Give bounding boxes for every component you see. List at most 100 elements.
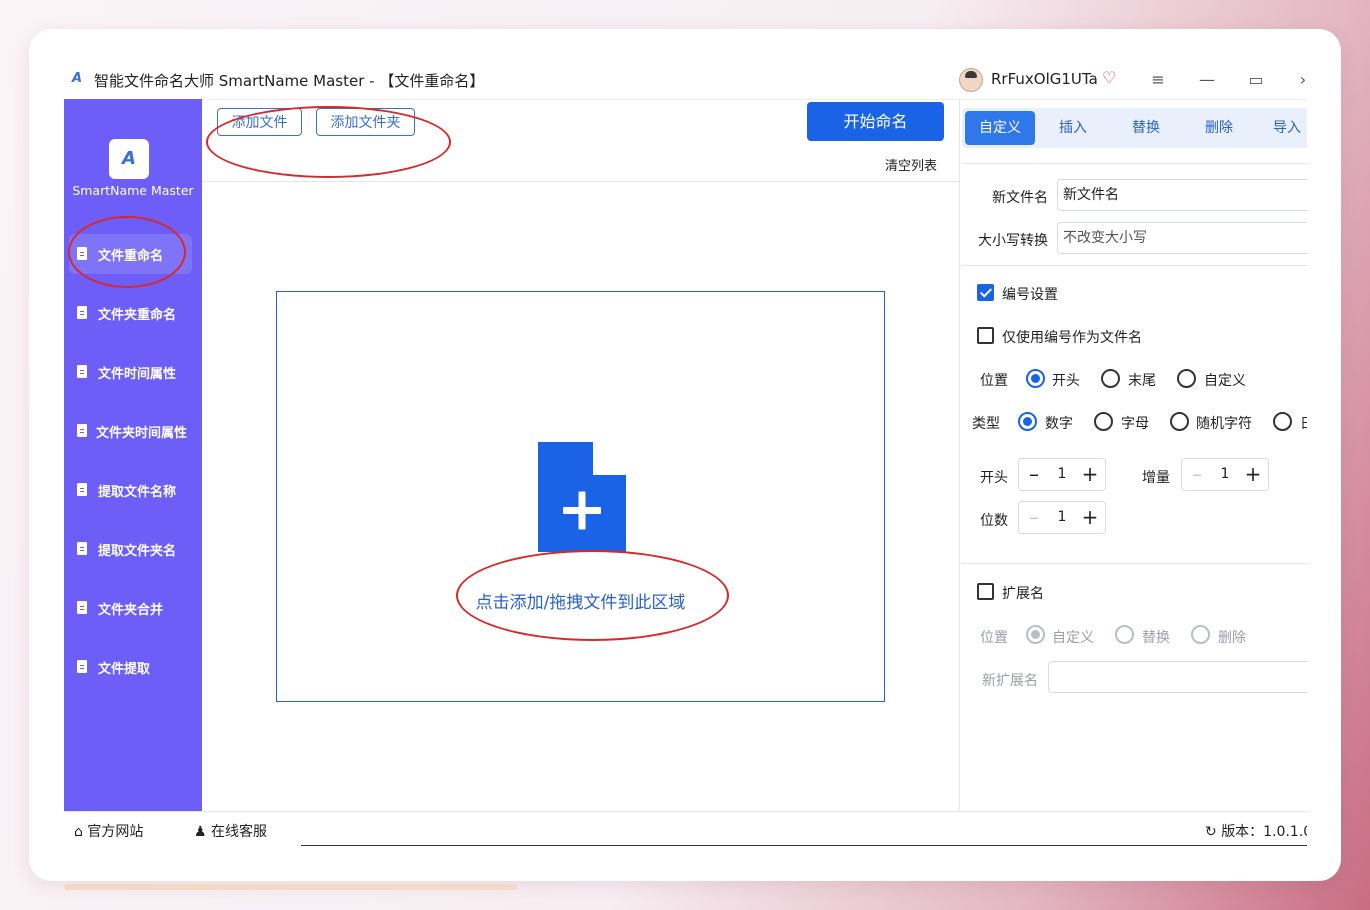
case-label: 大小写转换 — [978, 233, 1048, 249]
ext-custom-radio[interactable] — [1026, 625, 1045, 644]
service-link[interactable]: ♟ 在线客服 — [194, 821, 267, 841]
version-label: 版本：1.0.1.0 — [1221, 824, 1307, 840]
ext-position-label: 位置 — [980, 630, 1008, 646]
position-custom-label: 自定义 — [1204, 373, 1246, 389]
menu-icon[interactable]: ≡ — [1143, 66, 1173, 94]
decrement-button[interactable]: – — [1019, 459, 1049, 490]
type-date-label: 日 — [1300, 413, 1307, 433]
app-logo-icon: A — [72, 71, 83, 86]
document-icon — [77, 542, 87, 555]
new-name-input[interactable]: 新文件名 — [1057, 179, 1307, 211]
sidebar-item-label: 文件重命名 — [98, 249, 164, 264]
ext-delete-radio[interactable] — [1191, 625, 1210, 644]
sidebar-logo-text: SmartName Master — [72, 183, 194, 198]
add-file-button[interactable]: 添加文件 — [217, 108, 302, 136]
sidebar-item-label: 文件提取 — [98, 662, 151, 677]
window-title: 智能文件命名大师 SmartName Master - 【文件重命名】 — [94, 72, 485, 90]
sidebar-item-extract-foldername[interactable]: 提取文件夹名 — [69, 529, 192, 569]
position-custom-radio[interactable] — [1177, 369, 1196, 388]
vip-heart-icon[interactable]: ♡ — [1102, 68, 1116, 87]
document-icon — [77, 424, 87, 437]
type-label: 类型 — [972, 416, 1000, 432]
increment-value[interactable]: 1 — [1212, 459, 1238, 490]
sidebar-item-folder-merge[interactable]: 文件夹合并 — [69, 588, 192, 628]
extension-label: 扩展名 — [1002, 586, 1044, 602]
sidebar-item-extract-filename[interactable]: 提取文件名称 — [69, 470, 192, 510]
drop-zone-text: 点击添加/拖拽文件到此区域 — [475, 593, 686, 613]
new-extension-input[interactable] — [1048, 661, 1307, 693]
numbering-checkbox[interactable] — [977, 284, 994, 301]
sidebar-item-file-time[interactable]: 文件时间属性 — [69, 352, 192, 392]
increment-stepper[interactable]: – 1 + — [1181, 458, 1269, 491]
minimize-icon[interactable]: — — [1192, 66, 1222, 94]
sidebar: A SmartName Master 文件重命名 文件夹重命名 文件时间属性 文… — [64, 99, 202, 811]
sidebar-item-label: 提取文件名称 — [98, 485, 177, 500]
sidebar-item-folder-time[interactable]: 文件夹时间属性 — [69, 411, 192, 451]
document-icon — [77, 306, 87, 319]
website-link[interactable]: ⌂ 官方网站 — [74, 821, 143, 841]
right-divider — [962, 163, 1307, 164]
start-value[interactable]: 1 — [1049, 459, 1075, 490]
type-letter-label: 字母 — [1121, 416, 1149, 432]
start-label: 开头 — [980, 470, 1008, 486]
headset-icon: ♟ — [194, 824, 207, 840]
user-avatar[interactable] — [959, 68, 983, 92]
close-icon[interactable]: › — [1288, 66, 1307, 94]
add-file-icon — [538, 442, 626, 552]
version-info[interactable]: ↻ 版本：1.0.1.0 — [1205, 821, 1307, 841]
position-end-radio[interactable] — [1101, 369, 1120, 388]
toolbar-divider — [202, 181, 959, 182]
only-number-checkbox[interactable] — [977, 327, 994, 344]
refresh-icon: ↻ — [1205, 824, 1217, 840]
right-divider — [962, 563, 1307, 564]
website-label: 官方网站 — [87, 824, 144, 840]
tab-insert[interactable]: 插入 — [1038, 108, 1108, 148]
ext-delete-label: 删除 — [1218, 630, 1246, 646]
decrement-button[interactable]: – — [1019, 502, 1049, 533]
numbering-label: 编号设置 — [1002, 287, 1058, 303]
sidebar-item-file-rename[interactable]: 文件重命名 — [69, 234, 192, 274]
only-number-label: 仅使用编号作为文件名 — [1002, 330, 1142, 346]
type-letter-radio[interactable] — [1094, 412, 1113, 431]
type-number-radio[interactable] — [1018, 412, 1037, 431]
increment-button[interactable]: + — [1075, 502, 1105, 533]
increment-button[interactable]: + — [1238, 459, 1268, 490]
position-label: 位置 — [980, 373, 1008, 389]
sidebar-item-file-extract[interactable]: 文件提取 — [69, 647, 192, 687]
service-label: 在线客服 — [211, 824, 268, 840]
clear-list-button[interactable]: 清空列表 — [885, 155, 937, 174]
tab-delete[interactable]: 删除 — [1184, 108, 1254, 148]
sidebar-item-label: 文件时间属性 — [98, 367, 177, 382]
start-stepper[interactable]: – 1 + — [1018, 458, 1106, 491]
sidebar-item-label: 文件夹合并 — [98, 603, 164, 618]
new-name-label: 新文件名 — [992, 190, 1048, 206]
new-extension-label: 新扩展名 — [982, 673, 1038, 689]
file-drop-zone[interactable]: 点击添加/拖拽文件到此区域 — [276, 291, 885, 702]
case-select[interactable]: 不改变大小写 — [1057, 222, 1307, 254]
digits-stepper[interactable]: – 1 + — [1018, 501, 1106, 534]
tab-custom[interactable]: 自定义 — [965, 111, 1035, 145]
type-date-radio[interactable] — [1273, 412, 1292, 431]
type-number-label: 数字 — [1045, 416, 1073, 432]
increment-button[interactable]: + — [1075, 459, 1105, 490]
sidebar-item-folder-rename[interactable]: 文件夹重命名 — [69, 293, 192, 333]
username[interactable]: RrFuxOlG1UTa — [991, 70, 1098, 88]
maximize-icon[interactable]: ▭ — [1241, 66, 1271, 94]
digits-value[interactable]: 1 — [1049, 502, 1075, 533]
ext-replace-radio[interactable] — [1115, 625, 1134, 644]
extension-checkbox[interactable] — [977, 583, 994, 600]
start-rename-button[interactable]: 开始命名 — [807, 102, 944, 141]
document-icon — [77, 601, 87, 614]
type-random-radio[interactable] — [1170, 412, 1189, 431]
add-folder-button[interactable]: 添加文件夹 — [316, 108, 415, 136]
decrement-button[interactable]: – — [1182, 459, 1212, 490]
tab-import[interactable]: 导入 — [1262, 108, 1307, 148]
sidebar-item-label: 提取文件夹名 — [98, 544, 177, 559]
type-random-label: 随机字符 — [1196, 416, 1252, 432]
footer: ⌂ 官方网站 ♟ 在线客服 ↻ 版本：1.0.1.0 — [64, 811, 1307, 846]
sidebar-item-label: 文件夹时间属性 — [96, 426, 188, 441]
tab-replace[interactable]: 替换 — [1111, 108, 1181, 148]
position-start-radio[interactable] — [1026, 369, 1045, 388]
right-divider — [962, 265, 1307, 266]
right-panel-divider — [959, 99, 960, 811]
